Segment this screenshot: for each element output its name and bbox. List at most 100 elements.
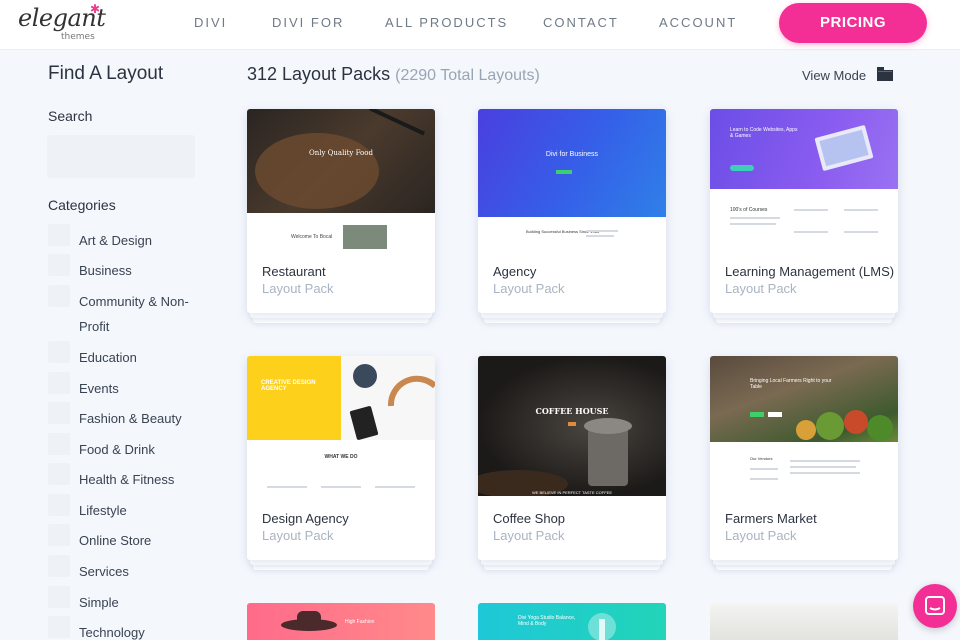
layout-thumbnail[interactable]: CREATIVE DESIGN AGENCY WHAT WE DO xyxy=(247,356,435,496)
layout-name: Agency xyxy=(493,264,537,279)
thumbnail-text-line xyxy=(794,231,828,233)
nav-account[interactable]: ACCOUNT xyxy=(659,0,737,46)
pricing-button[interactable]: PRICING xyxy=(779,3,927,43)
nav-all-products[interactable]: ALL PRODUCTS xyxy=(385,0,508,46)
checkbox[interactable] xyxy=(48,224,70,246)
thumbnail-sub-text: WE BELIEVE IN PERFECT TASTE COFFEE xyxy=(531,490,612,495)
yoga-figure-illustration xyxy=(588,613,616,640)
thumbnail-hero xyxy=(710,356,898,442)
checkbox[interactable] xyxy=(48,341,70,363)
category-label: Community & Non-Profit xyxy=(79,294,189,334)
thumbnail-text-line xyxy=(790,472,860,474)
layout-thumbnail[interactable]: Divi for Business Building Successful Bu… xyxy=(478,109,666,249)
category-label: Lifestyle xyxy=(79,503,127,518)
sidebar-title: Find A Layout xyxy=(48,63,164,84)
thumbnail-cta xyxy=(568,422,576,426)
card-face: Divi for Business Building Successful Bu… xyxy=(478,109,666,313)
category-label: Technology xyxy=(79,625,145,640)
thumbnail-hero xyxy=(247,109,435,213)
layout-thumbnail[interactable]: Bringing Local Farmers Right to your Tab… xyxy=(710,356,898,496)
layout-thumbnail[interactable]: COFFEE HOUSE WE BELIEVE IN PERFECT TASTE… xyxy=(478,356,666,496)
thumbnail-text-line xyxy=(794,209,828,211)
search-input[interactable] xyxy=(47,135,195,178)
category-label: Simple xyxy=(79,595,119,610)
category-label: Education xyxy=(79,350,137,365)
checkbox[interactable] xyxy=(48,463,70,485)
checkbox[interactable] xyxy=(48,433,70,455)
nav-contact[interactable]: CONTACT xyxy=(543,0,619,46)
view-mode-label[interactable]: View Mode xyxy=(802,68,866,83)
category-label: Business xyxy=(79,263,132,278)
star-icon: ✱ xyxy=(90,2,101,16)
category-label: Online Store xyxy=(79,533,152,548)
total-layouts-count: (2290 Total Layouts) xyxy=(395,67,540,84)
layout-name: Coffee Shop xyxy=(493,511,566,526)
checkbox[interactable] xyxy=(48,254,70,276)
checkbox[interactable] xyxy=(48,524,70,546)
thumbnail-hero-text: COFFEE HOUSE xyxy=(535,406,609,416)
layout-card-peek-yoga[interactable]: Divi Yoga Studio Balance, Mind & Body xyxy=(478,603,666,640)
checkbox[interactable] xyxy=(48,402,70,424)
layout-name: Restaurant xyxy=(262,264,326,279)
layout-name: Learning Management (LMS) xyxy=(725,264,895,279)
nav-divi[interactable]: DIVI xyxy=(194,0,227,46)
checkbox[interactable] xyxy=(48,586,70,608)
thumbnail-hero xyxy=(478,356,666,496)
thumbnail-sub-text: Welcome To Bocal xyxy=(291,234,333,240)
layout-card-peek-third[interactable] xyxy=(710,603,898,640)
layout-card-farmers-market[interactable]: Bringing Local Farmers Right to your Tab… xyxy=(710,356,898,570)
thumbnail-text-line xyxy=(267,486,307,488)
thumbnail-text-line xyxy=(730,217,780,219)
thumbnail-hero-text: High Fashion xyxy=(345,619,375,625)
layout-type: Layout Pack xyxy=(493,528,565,543)
thumbnail-hero xyxy=(247,356,435,440)
layout-thumbnail[interactable]: Learn to Code Websites, Apps & Games 100… xyxy=(710,109,898,249)
layout-card-design-agency[interactable]: CREATIVE DESIGN AGENCY WHAT WE DO Design… xyxy=(247,356,435,570)
thumbnail-text-line xyxy=(321,486,361,488)
category-label: Services xyxy=(79,564,129,579)
laptop-illustration xyxy=(814,125,874,171)
layout-card-peek-fashion[interactable]: High Fashion xyxy=(247,603,435,640)
category-label: Health & Fitness xyxy=(79,472,175,487)
layout-thumbnail[interactable]: Only Quality Food Welcome To Bocal xyxy=(247,109,435,249)
search-label: Search xyxy=(48,108,93,124)
categories-title: Categories xyxy=(48,197,116,213)
thumbnail-hero xyxy=(478,109,666,217)
layout-card-agency[interactable]: Divi for Business Building Successful Bu… xyxy=(478,109,666,323)
nav-divi-for[interactable]: DIVI FOR xyxy=(272,0,344,46)
layout-card-coffee-shop[interactable]: COFFEE HOUSE WE BELIEVE IN PERFECT TASTE… xyxy=(478,356,666,570)
elegant-themes-logo[interactable]: elegant ✱ themes xyxy=(18,2,106,44)
card-face: Only Quality Food Welcome To Bocal Resta… xyxy=(247,109,435,313)
layout-type: Layout Pack xyxy=(262,281,334,296)
thumbnail-sub-text: 100's of Courses xyxy=(730,207,768,213)
checkbox[interactable] xyxy=(48,616,70,638)
checkbox[interactable] xyxy=(48,285,70,307)
thumbnail-text-line xyxy=(750,478,778,480)
folder-icon[interactable] xyxy=(877,67,893,81)
card-face: COFFEE HOUSE WE BELIEVE IN PERFECT TASTE… xyxy=(478,356,666,560)
thumbnail-hero-text: Learn to Code Websites, Apps & Games xyxy=(730,127,798,139)
layout-card-restaurant[interactable]: Only Quality Food Welcome To Bocal Resta… xyxy=(247,109,435,323)
layout-name: Farmers Market xyxy=(725,511,817,526)
layout-type: Layout Pack xyxy=(725,281,797,296)
category-label: Art & Design xyxy=(79,233,152,248)
layout-type: Layout Pack xyxy=(493,281,565,296)
cutting-board-illustration xyxy=(255,109,426,209)
checkbox[interactable] xyxy=(48,372,70,394)
chat-button[interactable] xyxy=(913,584,957,628)
layout-card-lms[interactable]: Learn to Code Websites, Apps & Games 100… xyxy=(710,109,898,323)
thumbnail-text-line xyxy=(750,468,778,470)
chat-icon xyxy=(925,596,945,615)
thumbnail-text-line xyxy=(790,460,860,462)
thumbnail-hero-text: Divi for Business xyxy=(545,151,599,158)
checkbox[interactable] xyxy=(48,555,70,577)
thumbnail-hero-text: CREATIVE DESIGN AGENCY xyxy=(261,380,316,392)
thumbnail-hero-text: Only Quality Food xyxy=(309,149,373,157)
card-face: Bringing Local Farmers Right to your Tab… xyxy=(710,356,898,560)
category-label: Fashion & Beauty xyxy=(79,411,182,426)
thumbnail-hero-text: Bringing Local Farmers Right to your Tab… xyxy=(750,378,832,390)
layout-count-title: 312 Layout Packs (2290 Total Layouts) xyxy=(247,64,540,85)
checkbox[interactable] xyxy=(48,494,70,516)
headphones-illustration xyxy=(349,364,435,440)
thumbnail-text-line xyxy=(730,223,776,225)
